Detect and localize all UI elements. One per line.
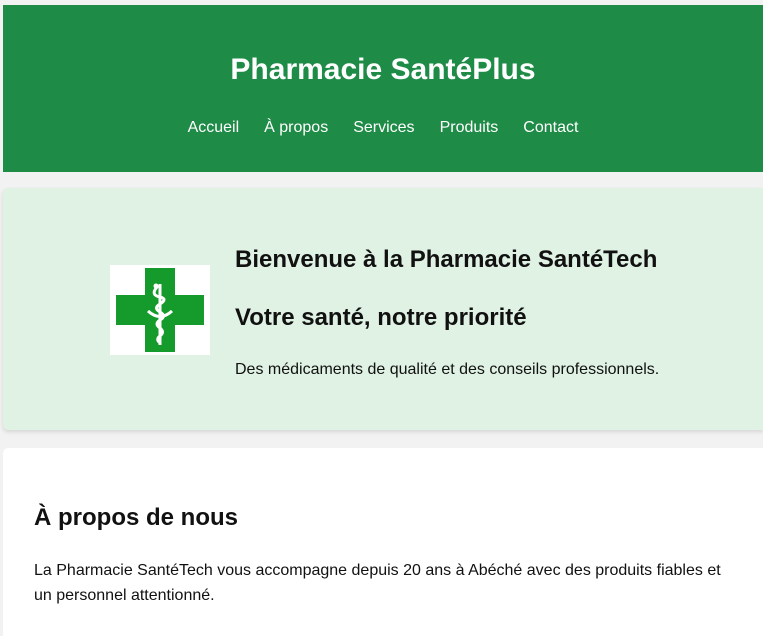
about-description: La Pharmacie SantéTech vous accompagne d… <box>34 562 721 604</box>
nav-link-contact[interactable]: Contact <box>523 118 578 138</box>
hero-title: Bienvenue à la Pharmacie SantéTech <box>235 246 658 273</box>
hero-section: Bienvenue à la Pharmacie SantéTech Votre… <box>3 188 763 430</box>
hero-subtitle: Votre santé, notre priorité <box>235 304 527 331</box>
hero-description: Des médicaments de qualité et des consei… <box>235 361 660 378</box>
nav-link-services[interactable]: Services <box>353 118 414 138</box>
about-title: À propos de nous <box>34 504 238 531</box>
site-title: Pharmacie SantéPlus <box>230 53 536 86</box>
main-nav: Accueil À propos Services Produits Conta… <box>3 118 763 138</box>
pharmacy-cross-caduceus-icon <box>110 265 210 355</box>
site-header: Pharmacie SantéPlus Accueil À propos Ser… <box>3 5 763 172</box>
nav-link-a-propos[interactable]: À propos <box>264 118 328 138</box>
nav-link-produits[interactable]: Produits <box>440 118 499 138</box>
about-section: À propos de nous La Pharmacie SantéTech … <box>3 448 763 636</box>
nav-link-accueil[interactable]: Accueil <box>188 118 240 138</box>
